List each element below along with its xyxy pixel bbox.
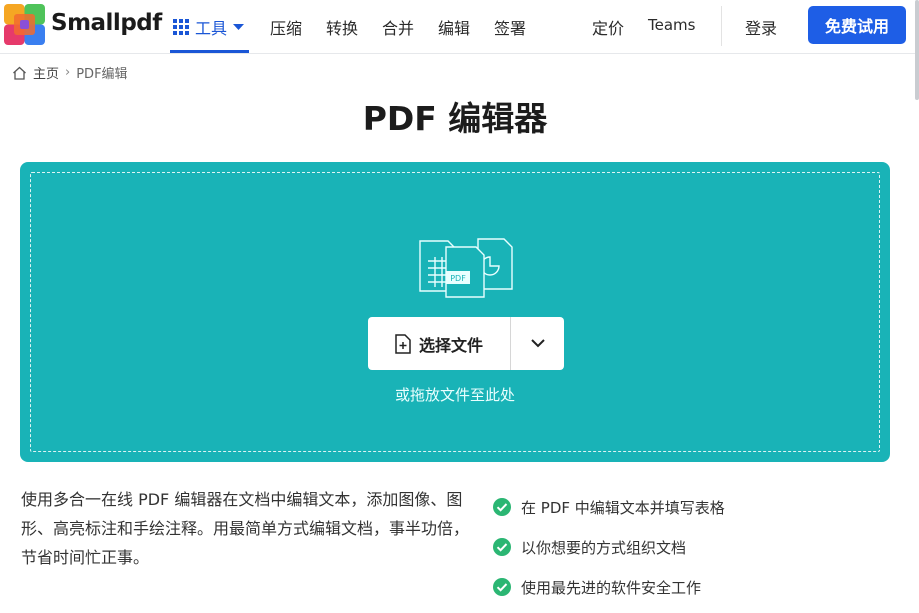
feature-item: 在 PDF 中编辑文本并填写表格 xyxy=(493,487,725,527)
active-tab-indicator xyxy=(170,50,249,53)
nav-merge[interactable]: 合并 xyxy=(382,15,414,39)
free-trial-button[interactable]: 免费试用 xyxy=(808,6,906,44)
nav-sign[interactable]: 签署 xyxy=(494,15,526,39)
brand-name[interactable]: Smallpdf xyxy=(51,10,162,36)
select-file-label: 选择文件 xyxy=(418,335,483,355)
add-file-icon xyxy=(395,333,411,354)
nav-tools-label: 工具 xyxy=(195,19,228,38)
smallpdf-logo-icon[interactable] xyxy=(4,4,45,45)
drop-hint-text: 或拖放文件至此处 xyxy=(394,386,515,404)
files-illustration-icon: PDF xyxy=(419,238,513,298)
tool-description: 使用多合一在线 PDF 编辑器在文档中编辑文本，添加图像、图形、高亮标注和手绘注… xyxy=(21,490,470,567)
nav-divider xyxy=(721,6,722,46)
feature-item: 以你想要的方式组织文档 xyxy=(493,527,725,567)
scrollbar-thumb[interactable] xyxy=(915,0,919,100)
nav-pricing[interactable]: 定价 xyxy=(592,15,624,39)
breadcrumb-separator: › xyxy=(65,65,71,80)
check-circle-icon xyxy=(493,538,511,556)
chevron-down-icon xyxy=(530,339,545,348)
home-icon[interactable] xyxy=(12,66,27,80)
top-navbar: Smallpdf 工具 压缩 转换 合并 编辑 签署 定价 Teams 登录 免… xyxy=(0,0,919,100)
file-dropzone[interactable]: PDF 选择文件 或拖放文件至此处 xyxy=(20,162,890,462)
pdf-badge-text: PDF xyxy=(450,274,466,283)
nav-tools-menu[interactable]: 工具 xyxy=(173,15,245,39)
nav-edit[interactable]: 编辑 xyxy=(438,15,470,39)
feature-item: 使用最先进的软件安全工作 xyxy=(493,567,725,607)
feature-text: 在 PDF 中编辑文本并填写表格 xyxy=(521,498,725,517)
login-link[interactable]: 登录 xyxy=(745,15,777,39)
breadcrumb: 主页 › PDF编辑 xyxy=(12,63,128,82)
select-source-dropdown[interactable] xyxy=(511,317,564,370)
select-file-button-group: 选择文件 xyxy=(368,317,564,370)
nav-compress[interactable]: 压缩 xyxy=(270,15,302,39)
page-title: PDF 编辑器 xyxy=(362,99,548,138)
feature-text: 以你想要的方式组织文档 xyxy=(521,538,687,557)
check-circle-icon xyxy=(493,578,511,596)
select-file-button[interactable]: 选择文件 xyxy=(368,317,510,370)
feature-list: 在 PDF 中编辑文本并填写表格 以你想要的方式组织文档 使用最先进的软件安全工… xyxy=(493,487,725,607)
nav-convert[interactable]: 转换 xyxy=(326,15,358,39)
grid-icon xyxy=(173,19,189,35)
breadcrumb-home[interactable]: 主页 xyxy=(33,63,59,82)
check-circle-icon xyxy=(493,498,511,516)
feature-text: 使用最先进的软件安全工作 xyxy=(521,578,702,597)
breadcrumb-current: PDF编辑 xyxy=(76,67,128,82)
nav-teams[interactable]: Teams xyxy=(648,16,695,34)
dropzone-dashed-border: PDF 选择文件 或拖放文件至此处 xyxy=(30,172,880,452)
caret-down-icon xyxy=(233,23,245,30)
